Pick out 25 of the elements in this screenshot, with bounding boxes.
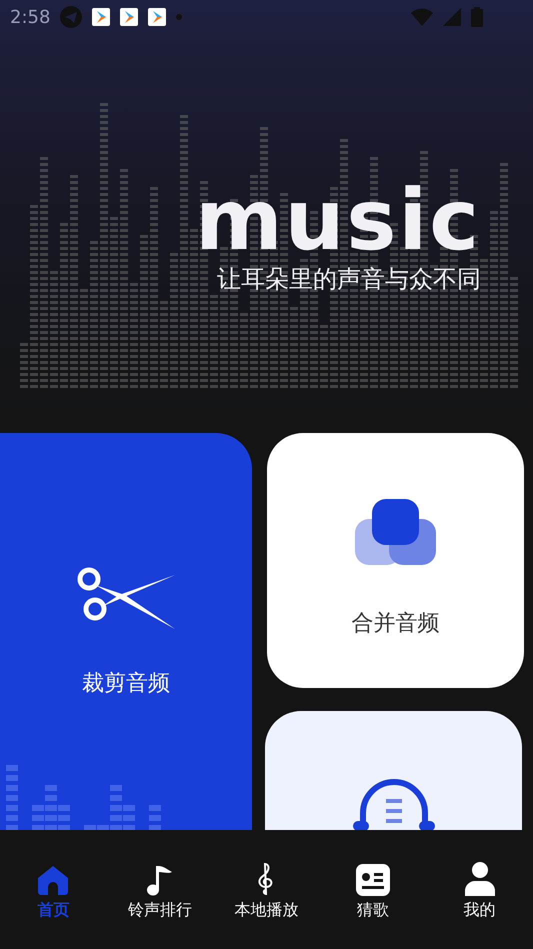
id-card-icon <box>356 864 390 896</box>
app-notification-icon <box>92 8 110 26</box>
music-note-icon <box>146 864 174 896</box>
status-time: 2:58 <box>10 6 50 30</box>
overlapping-squares-icon <box>354 499 436 567</box>
music-logo: music <box>195 182 481 258</box>
dot-icon <box>176 14 182 20</box>
treble-clef-icon <box>257 862 276 896</box>
home-icon <box>37 864 70 896</box>
signal-icon <box>443 8 461 26</box>
nav-tab[interactable]: 猜歌 <box>320 862 426 922</box>
scissors-icon <box>75 565 177 629</box>
app-notification-icon <box>148 8 166 26</box>
merge-audio-card[interactable]: 合并音频 <box>267 433 524 688</box>
wifi-icon <box>411 8 433 26</box>
microphone-icon <box>352 779 434 830</box>
battery-icon <box>471 7 483 27</box>
paper-plane-icon <box>60 6 82 28</box>
app-notification-icon <box>120 8 138 26</box>
slogan: 让耳朵里的声音与众不同 <box>217 264 481 295</box>
cut-audio-card[interactable]: 裁剪音频 <box>0 433 252 830</box>
nav-tab[interactable]: 铃声排行 <box>106 862 214 922</box>
nav-tab[interactable]: 本地播放 <box>213 862 320 922</box>
nav-tab[interactable]: 我的 <box>426 862 533 922</box>
user-icon <box>464 862 495 896</box>
